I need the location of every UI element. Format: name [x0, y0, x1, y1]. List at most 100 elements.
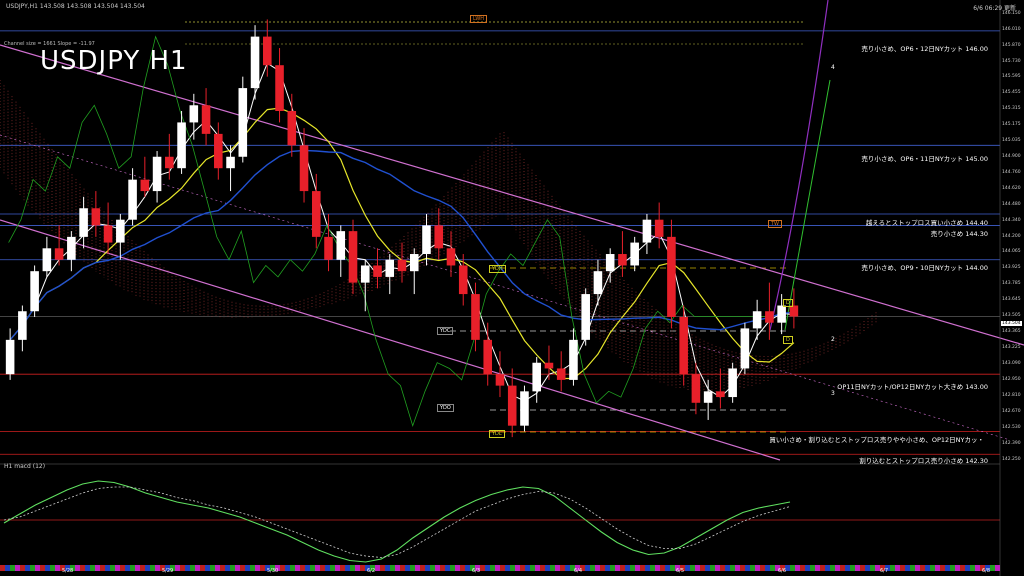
date-bar-segment — [485, 565, 490, 571]
d-top-label: D — [783, 299, 793, 307]
date-bar-segment — [210, 565, 215, 571]
date-bar-segment — [205, 565, 210, 571]
channel-mid — [0, 134, 1011, 441]
date-bar-segment — [425, 565, 430, 571]
annotation-143-00: OP11日NYカット/OP12日NYカット大きめ 143.00 — [837, 383, 988, 391]
date-bar-segment — [930, 565, 935, 571]
date-bar-segment — [440, 565, 445, 571]
date-bar-segment — [695, 565, 700, 571]
annotation-146-00: 売り小さめ、OP6・12日NYカット 146.00 — [861, 45, 988, 53]
ydo-label: YDO — [437, 404, 454, 412]
date-bar-segment — [435, 565, 440, 571]
x-date-label: 6/8 — [982, 568, 991, 574]
date-bar-segment — [175, 565, 180, 571]
candle-body — [703, 391, 713, 403]
annotation-142-50: 買い小さめ・割り込むとストップロス売りやや小さめ、OP12日NYカッ・ — [769, 436, 984, 444]
date-bar-segment — [450, 565, 455, 571]
y-tick-label: 143.225 — [1002, 345, 1021, 351]
y-tick-label: 144.200 — [1002, 233, 1021, 239]
candle-body — [201, 105, 211, 134]
candle-body — [483, 339, 493, 375]
date-bar-segment — [195, 565, 200, 571]
macd-signal-line — [3, 486, 791, 558]
date-bar-segment — [965, 565, 970, 571]
date-bar-segment — [660, 565, 665, 571]
date-bar-segment — [90, 565, 95, 571]
date-bar-segment — [645, 565, 650, 571]
y-tick-label: 143.505 — [1002, 313, 1021, 319]
x-date-label: 5/30 — [267, 568, 279, 574]
date-bar-segment — [520, 565, 525, 571]
date-bar-segment — [30, 565, 35, 571]
ydl-label: YDL — [489, 430, 505, 438]
date-bar-segment — [860, 565, 865, 571]
date-bar-segment — [740, 565, 745, 571]
y-tick-label: 144.340 — [1002, 217, 1021, 223]
date-bar-segment — [130, 565, 135, 571]
date-bar-segment — [215, 565, 220, 571]
forecast-line — [769, 0, 829, 331]
date-bar-segment — [315, 565, 320, 571]
candle-body — [654, 219, 664, 237]
date-bar-segment — [625, 565, 630, 571]
y-tick-label: 143.925 — [1002, 265, 1021, 271]
date-bar-segment — [750, 565, 755, 571]
price-chart — [0, 0, 1024, 576]
date-bar-segment — [95, 565, 100, 571]
x-date-label: 6/3 — [472, 568, 481, 574]
date-bar-segment — [790, 565, 795, 571]
candle-body — [789, 305, 799, 317]
date-bar-segment — [390, 565, 395, 571]
x-date-label: 6/5 — [676, 568, 685, 574]
date-bar-segment — [480, 565, 485, 571]
candle-body — [385, 259, 395, 277]
ydh-label: YDH — [489, 265, 506, 273]
candle-body — [752, 311, 762, 329]
candle-body — [409, 254, 419, 272]
date-bar-segment — [640, 565, 645, 571]
date-bar-segment — [670, 565, 675, 571]
date-bar-segment — [235, 565, 240, 571]
y-tick-label: 143.785 — [1002, 281, 1021, 287]
ydc-label: YDC — [437, 327, 454, 335]
date-bar-segment — [990, 565, 995, 571]
candle-body — [348, 231, 358, 283]
candle-body — [128, 179, 137, 220]
date-bar-segment — [735, 565, 740, 571]
macd-panel — [0, 463, 1000, 563]
date-bar-segment — [515, 565, 520, 571]
date-bar-segment — [415, 565, 420, 571]
y-tick-label: 143.645 — [1002, 297, 1021, 303]
date-bar-segment — [915, 565, 920, 571]
candle-body — [544, 362, 554, 369]
candle-body — [507, 385, 517, 426]
candle-body — [667, 236, 676, 317]
y-tick-label: 142.670 — [1002, 408, 1021, 414]
date-bar-segment — [375, 565, 380, 571]
y-tick-label: 144.065 — [1002, 249, 1021, 255]
date-bar-segment — [185, 565, 190, 571]
y-tick-label: 145.595 — [1002, 74, 1021, 80]
date-bar-segment — [300, 565, 305, 571]
date-bar-segment — [895, 565, 900, 571]
date-bar-segment — [465, 565, 470, 571]
date-bar-segment — [900, 565, 905, 571]
date-bar-segment — [105, 565, 110, 571]
date-bar-segment — [725, 565, 730, 571]
date-bar-segment — [850, 565, 855, 571]
date-bar-segment — [855, 565, 860, 571]
date-bar-segment — [800, 565, 805, 571]
x-date-label: 6/4 — [574, 568, 583, 574]
date-bar-segment — [225, 565, 230, 571]
date-bar-segment — [685, 565, 690, 571]
candle-body — [91, 208, 101, 226]
candle-body — [18, 311, 27, 340]
y-tick-label: 146.150 — [1002, 10, 1021, 16]
y-tick-label: 144.480 — [1002, 201, 1021, 207]
candle-body — [520, 391, 529, 426]
candle-body — [422, 225, 431, 255]
date-bar-segment — [530, 565, 535, 571]
annotation-142-30: 割り込むとストップロス売り小さめ 142.30 — [859, 457, 988, 465]
y-tick-label: 145.175 — [1002, 122, 1021, 128]
candle-body — [165, 156, 174, 169]
